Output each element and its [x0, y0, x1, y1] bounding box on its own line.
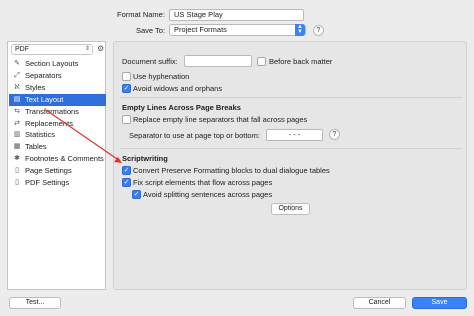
annotation-arrow: [45, 109, 122, 163]
annotation-arrow-line: [45, 109, 121, 162]
save-button[interactable]: Save: [412, 297, 467, 309]
test-button[interactable]: Test...: [9, 297, 61, 309]
cancel-button[interactable]: Cancel: [353, 297, 406, 309]
